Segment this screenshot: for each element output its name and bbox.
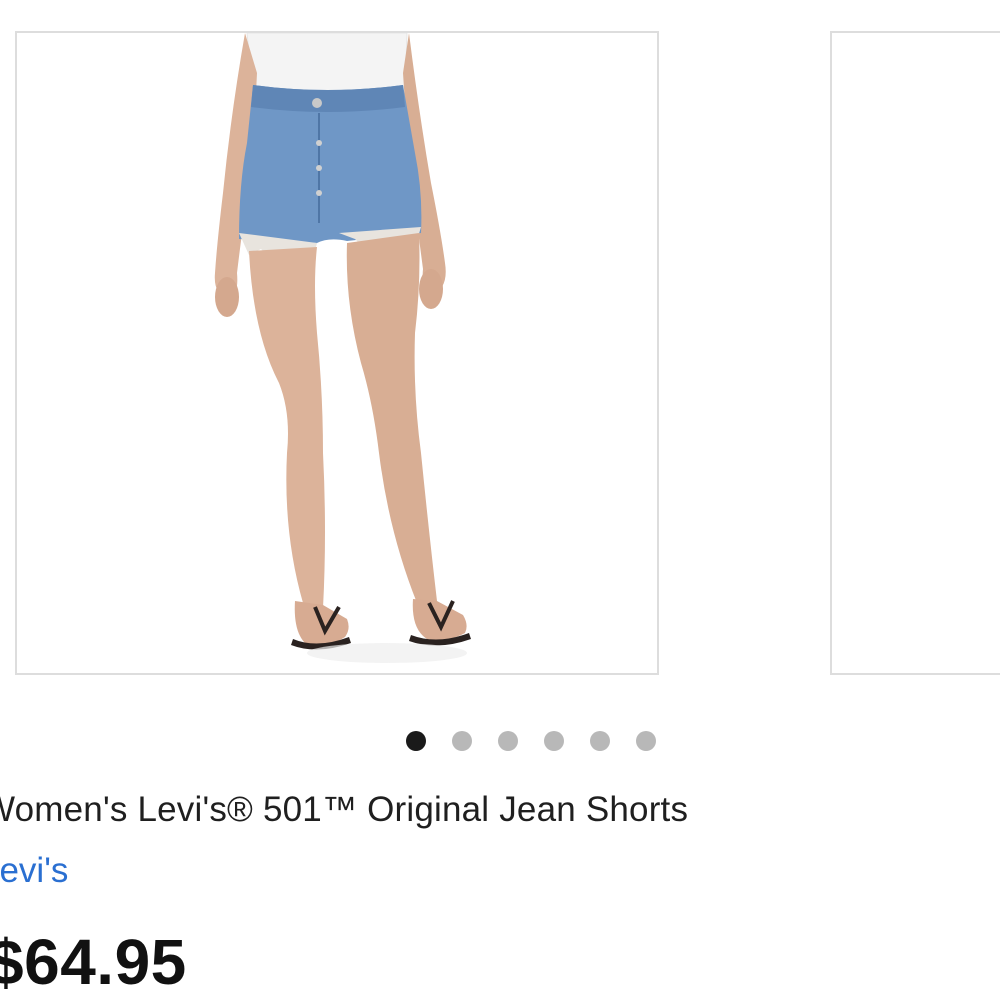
product-title: Women's Levi's® 501™ Original Jean Short…	[0, 790, 689, 829]
product-page: Women's Levi's® 501™ Original Jean Short…	[0, 0, 1000, 1000]
carousel-pagination	[406, 731, 656, 751]
brand-link[interactable]: Levi's	[0, 851, 68, 891]
product-image-slide-next[interactable]	[830, 31, 1000, 675]
product-image-slide[interactable]	[15, 31, 659, 675]
carousel-dot-5[interactable]	[590, 731, 610, 751]
product-image-carousel[interactable]	[0, 0, 1000, 751]
product-price: $64.95	[0, 926, 187, 998]
carousel-dot-6[interactable]	[636, 731, 656, 751]
carousel-dot-3[interactable]	[498, 731, 518, 751]
carousel-dot-2[interactable]	[452, 731, 472, 751]
carousel-dot-4[interactable]	[544, 731, 564, 751]
carousel-dot-1[interactable]	[406, 731, 426, 751]
product-photo	[214, 33, 471, 663]
